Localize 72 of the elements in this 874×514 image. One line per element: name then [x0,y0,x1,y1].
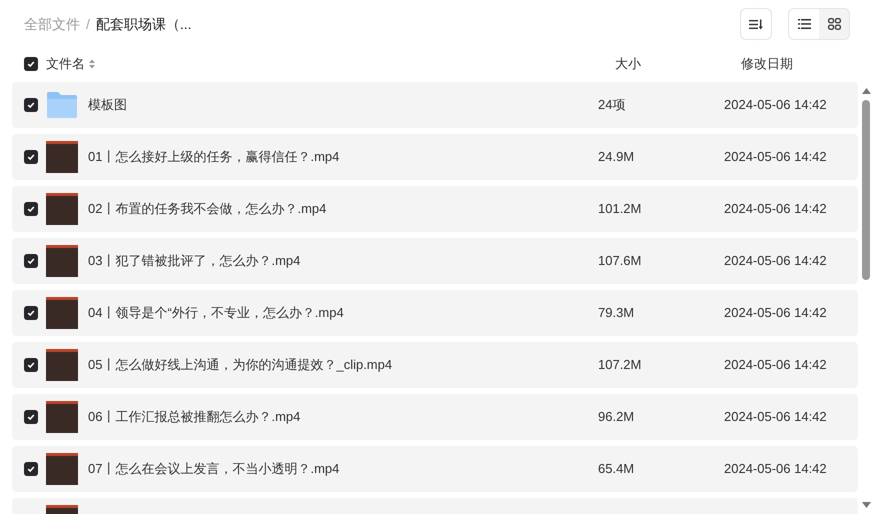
folder-icon [46,91,78,119]
scrollbar-thumb[interactable] [862,100,870,280]
check-icon [27,153,35,161]
checkbox[interactable] [24,410,38,424]
video-thumbnail [46,349,78,381]
list-view-icon [798,19,810,29]
file-size: 24.9M [598,148,636,166]
checkbox[interactable] [24,462,38,476]
sort-icon [749,18,763,30]
breadcrumb-item: 配套职场课（... [96,14,192,34]
column-header[interactable]: 修改日期 [741,54,793,74]
check-icon [27,257,35,265]
checkbox[interactable] [24,57,38,71]
checkbox[interactable] [24,306,38,320]
modified-date: 2024-05-06 14:42 [724,408,827,426]
modified-date: 2024-05-06 14:42 [724,96,827,114]
modified-date: 2024-05-06 14:42 [724,252,827,270]
file-row[interactable]: 05丨怎么做好线上沟通，为你的沟通提效？_clip.mp4 107.2M 2024-05-06 14:42 [12,342,858,388]
checkbox[interactable] [24,202,38,216]
file-size: 65.4M [598,460,636,478]
check-icon [27,361,35,369]
sort-arrows-icon [89,59,95,69]
file-row[interactable]: 04丨领导是个“外行，不专业，怎么办？.mp4 79.3M 2024-05-06 14:42 [12,290,858,336]
check-icon [27,309,35,317]
column-header[interactable]: 文件名 [46,54,85,74]
checkbox[interactable] [24,254,38,268]
checkbox[interactable] [24,358,38,372]
scroll-down-icon [862,502,870,508]
file-row[interactable]: 07丨怎么在会议上发言，不当小透明？.mp4 65.4M 2024-05-06 14:42 [12,446,858,492]
file-size: 96.2M [598,408,636,426]
checkbox[interactable] [24,150,38,164]
file-row[interactable]: 模板图 24项 2024-05-06 14:42 [12,82,858,128]
checkbox[interactable] [24,98,38,112]
video-thumbnail [46,453,78,485]
file-row[interactable]: 06丨工作汇报总被推翻怎么办？.mp4 96.2M 2024-05-06 14:42 [12,394,858,440]
file-name[interactable]: 03丨犯了错被批评了，怎么办？.mp4 [88,251,598,271]
file-row[interactable]: 03丨犯了错被批评了，怎么办？.mp4 107.6M 2024-05-06 14:42 [12,238,858,284]
video-thumbnail [46,401,78,433]
check-icon [27,60,35,68]
column-header[interactable]: 大小 [615,54,741,74]
file-name[interactable]: 04丨领导是个“外行，不专业，怎么办？.mp4 [88,303,598,323]
video-thumbnail [46,297,78,329]
modified-date: 2024-05-06 14:42 [724,304,827,322]
file-name[interactable]: 02丨布置的任务我不会做，怎么办？.mp4 [88,199,598,219]
file-size: 107.6M [598,252,642,270]
grid-view-icon [828,18,840,30]
check-icon [27,101,35,109]
list-view-button[interactable] [789,9,819,39]
video-thumbnail [46,141,78,173]
sort-button[interactable] [740,8,772,40]
modified-date: 2024-05-06 14:42 [724,148,827,166]
check-icon [27,413,35,421]
video-thumbnail [46,245,78,277]
file-row[interactable]: 02丨布置的任务我不会做，怎么办？.mp4 101.2M 2024-05-06 14:42 [12,186,858,232]
file-name[interactable]: 06丨工作汇报总被推翻怎么办？.mp4 [88,407,598,427]
breadcrumb-separator: / [86,14,90,34]
modified-date: 2024-05-06 14:42 [724,460,827,478]
modified-date: 2024-05-06 14:42 [724,356,827,374]
scroll-up-icon [862,88,870,94]
file-name[interactable]: 07丨怎么在会议上发言，不当小透明？.mp4 [88,459,598,479]
modified-date: 2024-05-06 14:42 [724,200,827,218]
file-row[interactable]: 01丨怎么接好上级的任务，赢得信任？.mp4 24.9M 2024-05-06 14:42 [12,134,858,180]
file-size: 101.2M [598,200,642,218]
file-name[interactable]: 05丨怎么做好线上沟通，为你的沟通提效？_clip.mp4 [88,355,598,375]
file-size: 79.3M [598,304,636,322]
video-thumbnail [46,193,78,225]
check-icon [27,205,35,213]
file-name[interactable]: 模板图 [88,95,598,115]
file-name[interactable]: 01丨怎么接好上级的任务，赢得信任？.mp4 [88,147,598,167]
file-size: 24项 [598,96,626,114]
check-icon [27,465,35,473]
file-size: 107.2M [598,356,642,374]
